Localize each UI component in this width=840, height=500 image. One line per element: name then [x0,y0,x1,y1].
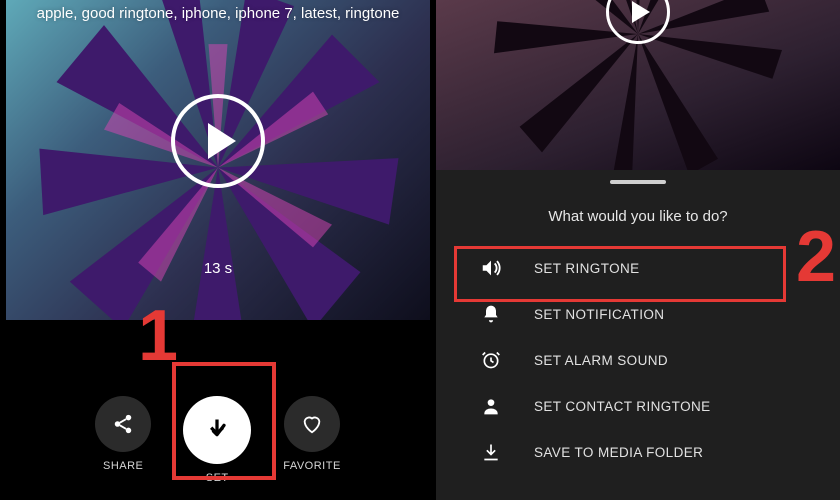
option-save-media[interactable]: SAVE TO MEDIA FOLDER [436,429,840,475]
sheet-handle[interactable] [610,180,666,184]
ringtone-preview-top [436,0,840,170]
ringtone-preview-card: apple, good ringtone, iphone, iphone 7, … [6,0,430,320]
ringtone-duration: 13 s [204,260,232,277]
bell-icon [480,303,502,325]
action-sheet: What would you like to do? SET RINGTONE … [436,170,840,500]
play-button[interactable] [171,94,265,188]
favorite-label: FAVORITE [283,460,341,472]
left-panel: apple, good ringtone, iphone, iphone 7, … [0,0,436,500]
right-panel: What would you like to do? SET RINGTONE … [436,0,840,500]
download-icon [480,441,502,463]
option-label: SET NOTIFICATION [534,307,664,322]
heart-icon [301,413,323,435]
option-label: SET CONTACT RINGTONE [534,399,711,414]
sheet-title: What would you like to do? [436,208,840,225]
option-set-contact[interactable]: SET CONTACT RINGTONE [436,383,840,429]
play-icon [632,1,650,23]
play-icon [208,123,236,159]
option-label: SET ALARM SOUND [534,353,668,368]
ringtone-tags: apple, good ringtone, iphone, iphone 7, … [16,4,420,24]
option-label: SAVE TO MEDIA FOLDER [534,445,703,460]
share-icon [112,413,134,435]
highlight-box-1 [172,362,276,480]
option-set-alarm[interactable]: SET ALARM SOUND [436,337,840,383]
step-number-1: 1 [138,295,178,377]
share-action[interactable]: SHARE [95,396,151,484]
highlight-box-2 [454,246,786,302]
step-number-2: 2 [796,216,836,298]
favorite-action[interactable]: FAVORITE [283,396,341,484]
alarm-icon [480,349,502,371]
share-label: SHARE [103,460,143,472]
person-icon [480,395,502,417]
